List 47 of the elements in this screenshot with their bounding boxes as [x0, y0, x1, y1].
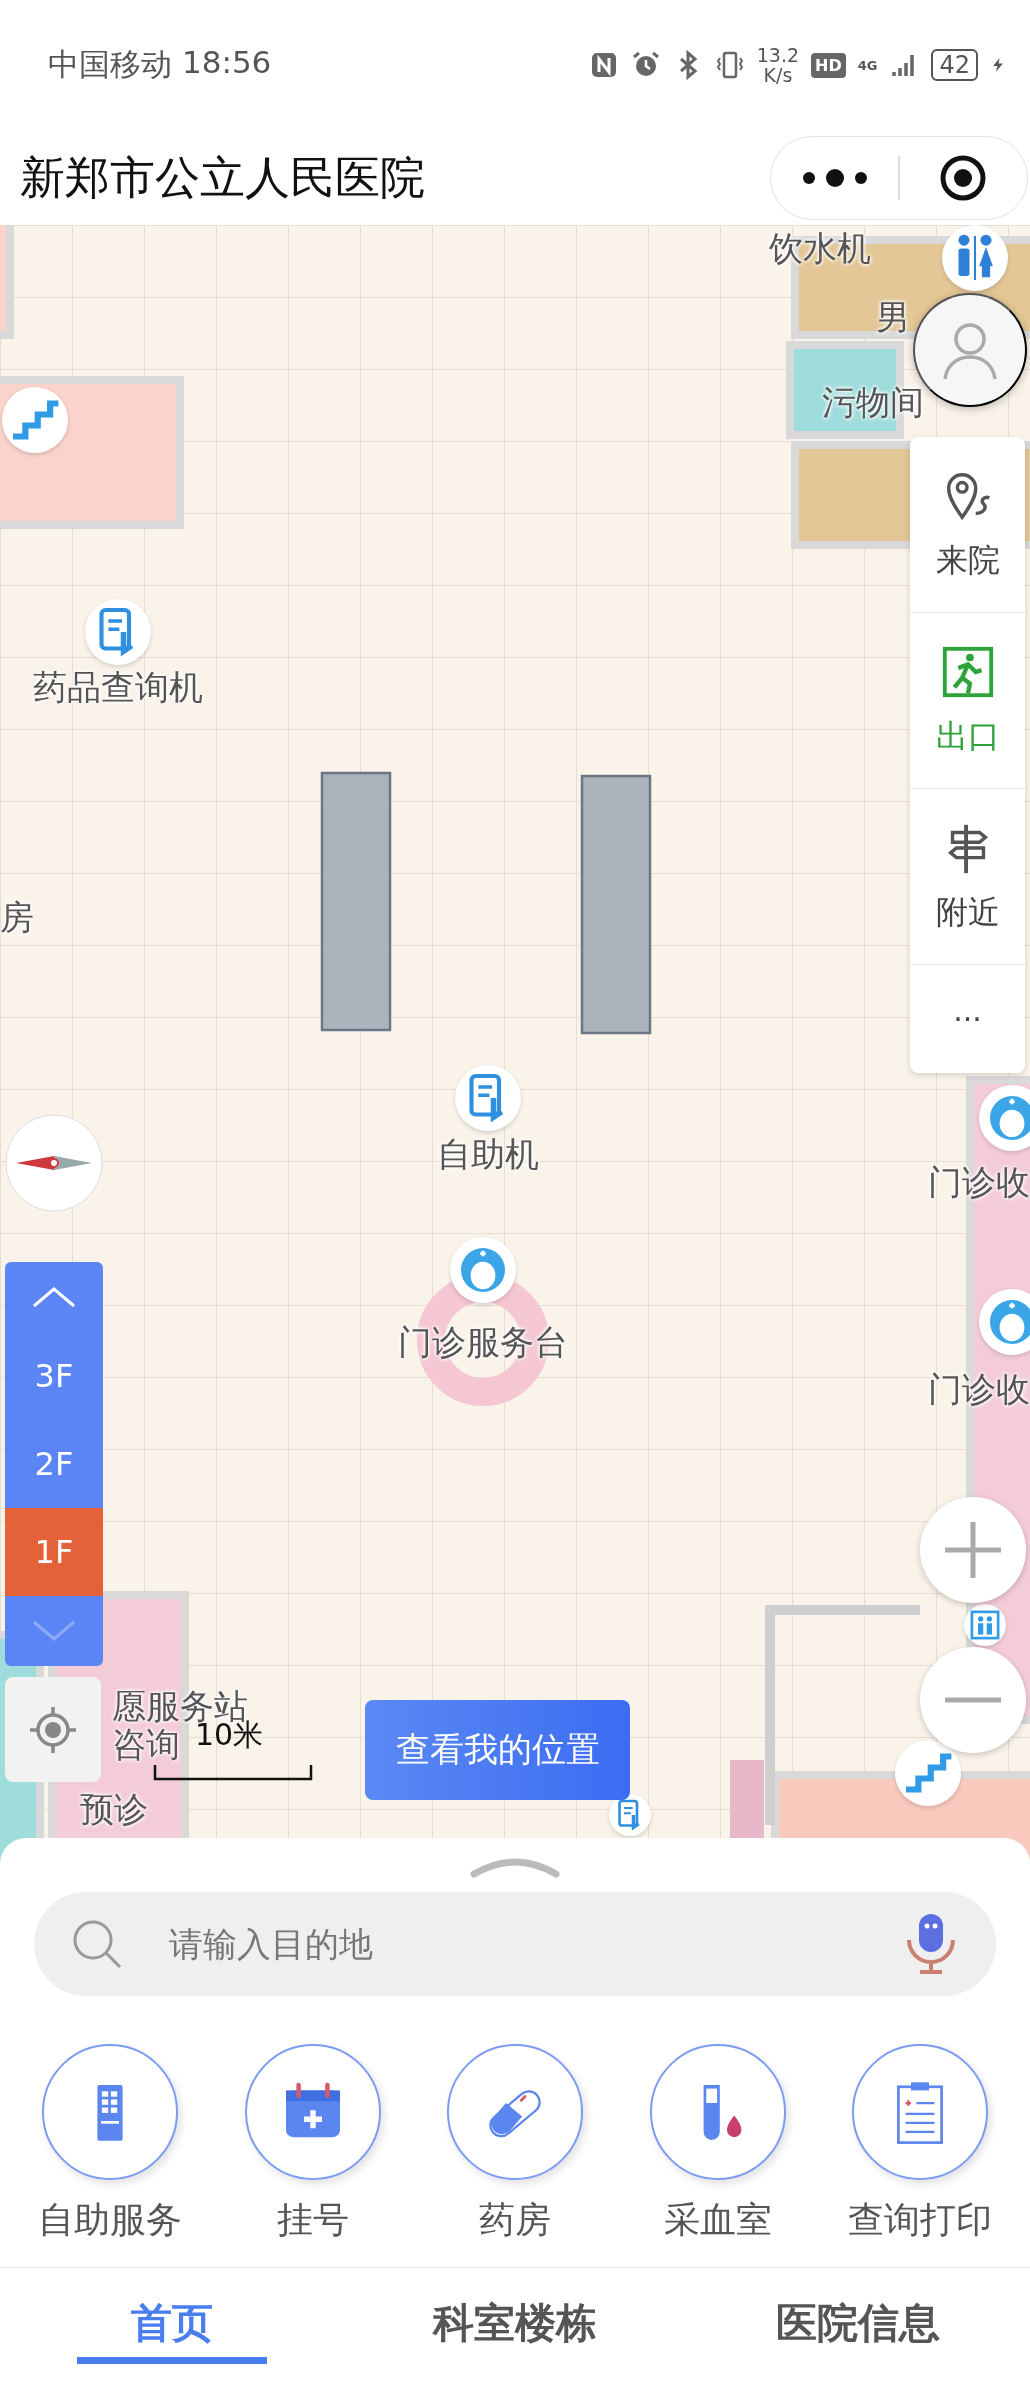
place-label: 药品查询机 [33, 666, 203, 709]
zoom-in-button[interactable] [920, 1497, 1026, 1603]
zoom-out-button[interactable] [920, 1647, 1026, 1753]
nav-tab[interactable]: 医院信息 [686, 2268, 1030, 2378]
compass-icon[interactable] [4, 1113, 104, 1213]
place-label: 房 [0, 896, 34, 939]
drag-handle-icon[interactable] [470, 1856, 560, 1878]
crosshair-icon [28, 1704, 78, 1755]
place-label: 门诊服务台 [398, 1321, 568, 1364]
network-speed: 13.2 [756, 45, 800, 65]
place-label: 饮水机 [769, 227, 871, 270]
shortcut-button[interactable]: 采血室 [617, 2044, 818, 2245]
place-label: 自助机 [437, 1133, 539, 1176]
shortcut-button[interactable]: 查询打印 [820, 2044, 1020, 2245]
place-label: 男 [876, 296, 910, 339]
map-tool-button[interactable]: 附近 [910, 789, 1025, 965]
shortcut-button[interactable]: 自助服务 [10, 2044, 210, 2245]
microphone-icon[interactable] [906, 1912, 956, 1976]
page-title: 新郑市公立人民医院 [20, 149, 426, 206]
kiosk-icon[interactable] [85, 599, 151, 665]
carrier-name: 中国移动 [48, 45, 172, 84]
shortcut-button[interactable]: 挂号 [212, 2044, 413, 2245]
map-tool-button[interactable]: 来院 [910, 437, 1025, 613]
battery-level: 42 [931, 49, 978, 81]
place-label: 门诊收 [928, 1161, 1030, 1204]
plus-icon [943, 1520, 1003, 1580]
locate-button[interactable] [5, 1677, 101, 1782]
place-label: 咨询 [112, 1723, 180, 1766]
clock: 18:56 [182, 44, 272, 82]
my-location-button[interactable]: 查看我的位置 [365, 1700, 630, 1800]
minus-icon [943, 1695, 1003, 1705]
chevron-up-icon[interactable] [32, 1286, 76, 1308]
search-field[interactable]: 请输入目的地 [167, 1923, 864, 1965]
nav-tab[interactable]: 科室楼栋 [343, 2268, 687, 2378]
place-label: 预诊 [80, 1788, 148, 1831]
more-tools-button[interactable]: ··· [910, 965, 1025, 1073]
vibrate-icon [714, 50, 745, 80]
network-type: 4G [857, 57, 878, 73]
place-label: 门诊收 [928, 1368, 1030, 1411]
kiosk-icon[interactable] [455, 1065, 521, 1131]
shortcut-button[interactable]: 药房 [415, 2044, 615, 2245]
speed-unit: K/s [763, 65, 793, 85]
kiosk-icon[interactable] [609, 1794, 651, 1836]
nurse-icon[interactable] [450, 1237, 516, 1303]
nav-tab[interactable]: 首页 [0, 2268, 344, 2378]
search-bar[interactable]: 请输入目的地 [34, 1892, 996, 1996]
hd-badge: HD [811, 52, 846, 78]
